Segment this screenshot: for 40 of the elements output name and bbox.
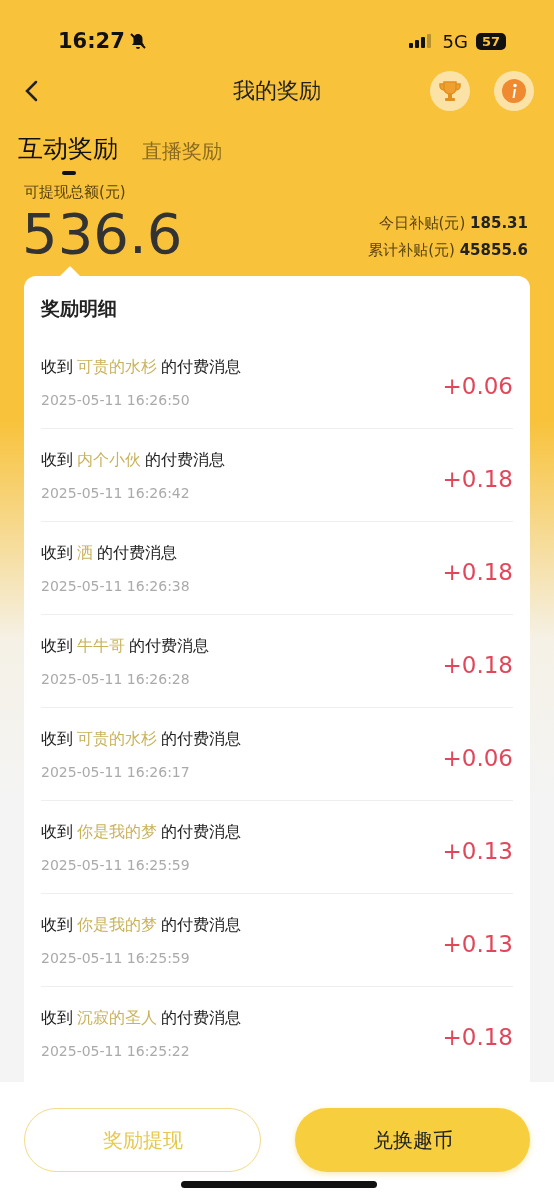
- exchange-button[interactable]: 兑换趣币: [295, 1108, 530, 1172]
- subsidy-stat: 今日补贴(元) 185.31: [378, 214, 528, 233]
- reward-time: 2025-05-11 16:26:28: [41, 670, 191, 687]
- network-label: 5G: [442, 30, 468, 52]
- status-time: 16:27: [58, 29, 125, 53]
- reward-time: 2025-05-11 16:25:22: [41, 1042, 191, 1059]
- reward-amount: +0.18: [442, 1024, 513, 1050]
- reward-amount: +0.06: [442, 373, 513, 399]
- withdrawable-label: 可提现总额(元): [23, 182, 127, 202]
- card-title: 奖励明细: [39, 296, 118, 321]
- reward-amount: +0.13: [442, 838, 513, 864]
- reward-message: 收到 内个小伙 的付费消息: [41, 449, 226, 471]
- trophy-icon: [437, 78, 463, 104]
- info-button[interactable]: [494, 71, 534, 111]
- reward-amount: +0.13: [442, 931, 513, 957]
- reward-message: 收到 你是我的梦 的付费消息: [41, 914, 242, 936]
- reward-time: 2025-05-11 16:26:42: [41, 484, 191, 501]
- page-title: 我的奖励: [233, 77, 321, 105]
- reward-message: 收到 洒 的付费消息: [41, 542, 178, 564]
- reward-time: 2025-05-11 16:26:50: [41, 391, 191, 408]
- reward-message: 收到 牛牛哥 的付费消息: [41, 635, 210, 657]
- reward-message: 收到 可贵的水杉 的付费消息: [41, 728, 242, 750]
- reward-amount: +0.18: [442, 559, 513, 585]
- reward-message: 收到 你是我的梦 的付费消息: [41, 821, 242, 843]
- info-icon: [501, 78, 527, 104]
- reward-amount: +0.06: [442, 745, 513, 771]
- muted-bell-icon: [127, 31, 148, 51]
- battery-indicator: 57: [475, 32, 506, 50]
- reward-time: 2025-05-11 16:26:38: [41, 577, 191, 594]
- reward-message: 收到 沉寂的圣人 的付费消息: [41, 1007, 242, 1029]
- reward-amount: +0.18: [442, 652, 513, 678]
- trophy-button[interactable]: [430, 71, 470, 111]
- reward-amount: +0.18: [442, 466, 513, 492]
- tab[interactable]: 互动奖励: [18, 132, 118, 177]
- reward-time: 2025-05-11 16:25:59: [41, 856, 191, 873]
- reward-message: 收到 可贵的水杉 的付费消息: [41, 356, 242, 378]
- subsidy-stat: 累计补贴(元) 45855.6: [368, 241, 528, 260]
- reward-time: 2025-05-11 16:26:17: [41, 763, 191, 780]
- reward-time: 2025-05-11 16:25:59: [41, 949, 191, 966]
- withdrawable-amount: 536.6: [22, 206, 183, 262]
